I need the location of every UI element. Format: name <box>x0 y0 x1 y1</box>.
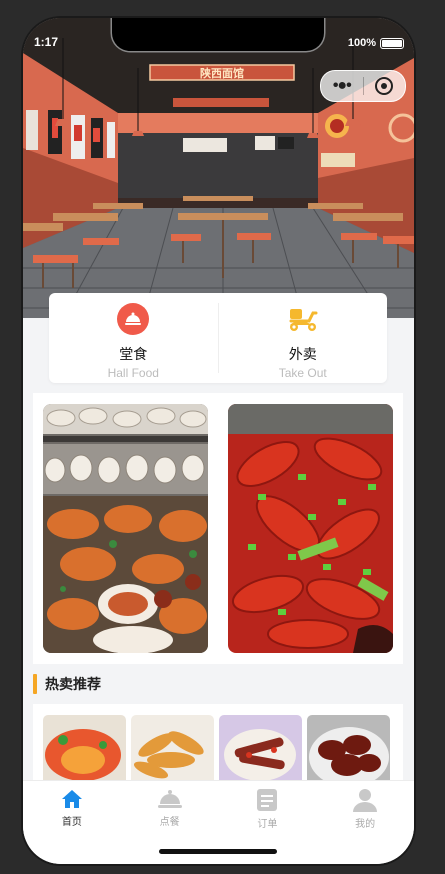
battery-percent: 100% <box>347 37 376 49</box>
hot-item-fried-prawns[interactable] <box>131 715 214 784</box>
battery-icon <box>380 37 404 49</box>
tab-home-label: 首页 <box>61 817 82 828</box>
seafood-platter-image[interactable] <box>43 404 208 653</box>
cloche-icon <box>157 790 182 808</box>
miniprogram-capsule: •●• <box>320 70 406 102</box>
device-notch <box>112 18 324 51</box>
hot-item-braised-ribs[interactable] <box>307 715 390 784</box>
takeout-button[interactable]: 外卖 Take Out <box>219 293 388 383</box>
user-icon <box>353 789 378 812</box>
service-mode-card: 堂食 Hall Food 外卖 Take Out <box>49 293 387 383</box>
hot-section-title: 热卖推荐 <box>45 676 101 692</box>
scooter-icon <box>287 303 319 335</box>
dine-in-subtitle: Hall Food <box>107 366 159 380</box>
tab-orders-label: 订单 <box>257 819 278 830</box>
status-battery: 100% <box>348 37 404 49</box>
spicy-crayfish-image[interactable] <box>228 404 393 653</box>
order-list-icon <box>257 789 278 811</box>
status-time: 1:17 <box>34 35 59 49</box>
takeout-title: 外卖 <box>288 346 317 362</box>
dine-in-title: 堂食 <box>119 346 148 362</box>
hot-item-lobster[interactable] <box>43 715 126 784</box>
dine-in-button[interactable]: 堂食 Hall Food <box>49 293 218 383</box>
takeout-subtitle: Take Out <box>278 366 327 380</box>
phone-screen: 陕西面馆 1:17 100% •●• 堂食 Hall Food 外卖 Take … <box>23 18 414 864</box>
more-dots-icon[interactable]: •●• <box>321 77 363 95</box>
home-indicator <box>159 849 277 854</box>
hot-item-duck-neck[interactable] <box>219 715 302 784</box>
section-accent-bar <box>33 674 37 694</box>
tab-home[interactable]: 首页 <box>23 781 121 864</box>
restaurant-hero-image: 陕西面馆 <box>23 18 414 318</box>
capsule-close-button[interactable] <box>363 77 405 95</box>
hot-recommend-list <box>33 704 403 784</box>
tab-profile-label: 我的 <box>355 819 376 830</box>
hot-section-header: 热卖推荐 <box>33 673 101 695</box>
tab-order-food-label: 点餐 <box>159 817 180 828</box>
target-circle-icon <box>375 77 394 95</box>
promo-gallery <box>33 393 403 664</box>
tab-profile[interactable]: 我的 <box>316 781 414 864</box>
home-icon <box>61 790 82 808</box>
dish-cloche-icon <box>117 303 150 335</box>
hero-sign-text: 陕西面馆 <box>200 66 244 80</box>
